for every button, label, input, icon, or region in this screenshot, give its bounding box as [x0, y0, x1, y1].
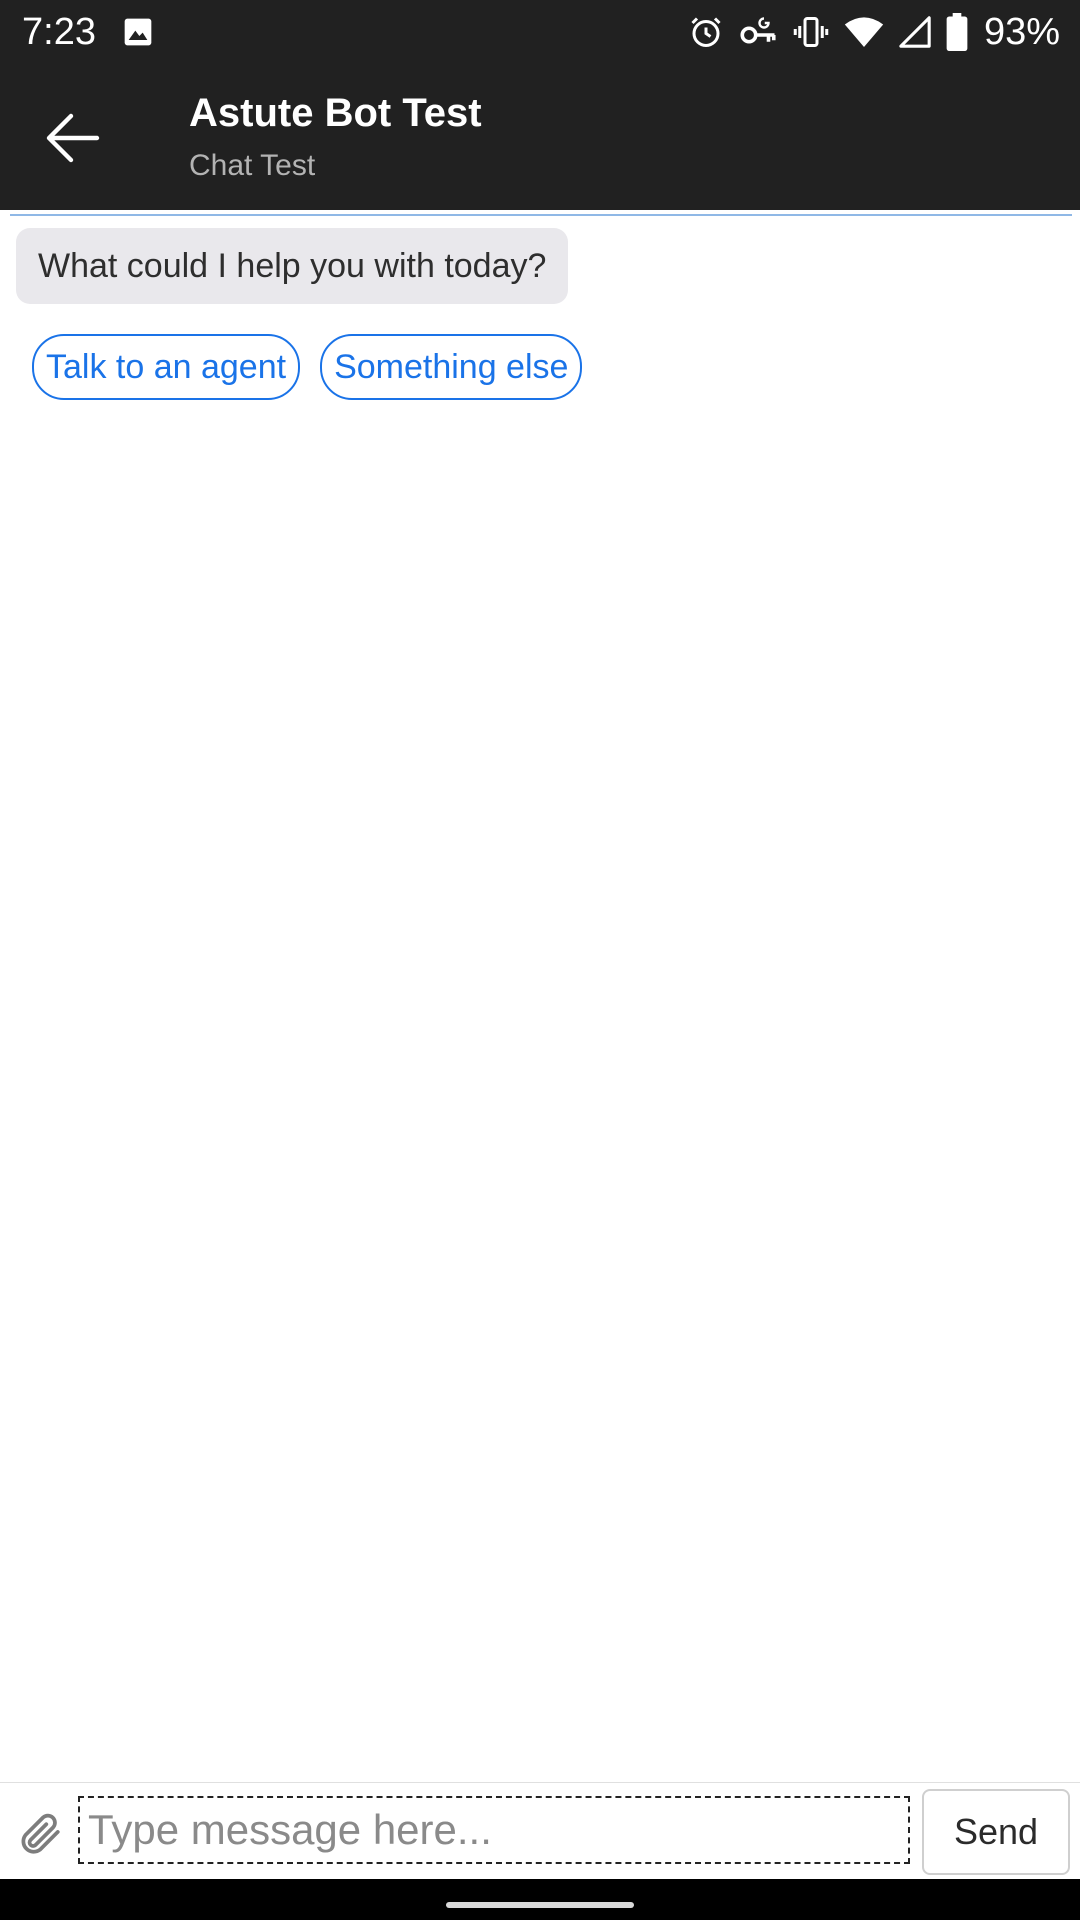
attach-button[interactable] [10, 1803, 68, 1863]
app-bar: Astute Bot Test Chat Test [0, 64, 1080, 210]
navigation-bar [0, 1879, 1080, 1920]
quick-reply-talk-to-agent[interactable]: Talk to an agent [32, 334, 301, 400]
quick-replies: Talk to an agent Something else [32, 334, 583, 400]
wifi-icon [844, 17, 884, 47]
back-button[interactable] [28, 102, 118, 174]
message-composer: Send [0, 1782, 1080, 1879]
status-time: 7:23 [22, 11, 96, 53]
alarm-icon [691, 17, 721, 47]
cell-signal-icon [899, 16, 931, 48]
battery-percent: 93% [983, 11, 1060, 53]
vibrate-icon [793, 17, 829, 47]
vpn-key-icon [740, 17, 776, 44]
quick-reply-something-else[interactable]: Something else [320, 334, 583, 400]
message-input[interactable] [78, 1796, 910, 1864]
home-indicator[interactable] [446, 1902, 634, 1908]
battery-icon [946, 13, 968, 51]
page-title: Astute Bot Test [189, 91, 482, 135]
paperclip-icon [21, 1813, 60, 1854]
arrow-left-icon [46, 113, 100, 163]
status-bar: 7:23 93% [0, 0, 1080, 64]
bot-message: What could I help you with today? [16, 228, 569, 304]
photo-icon [124, 18, 152, 46]
header-divider [10, 214, 1072, 216]
page-subtitle: Chat Test [189, 149, 316, 182]
status-icons: 93% [688, 8, 1060, 56]
send-button[interactable]: Send [922, 1789, 1070, 1875]
